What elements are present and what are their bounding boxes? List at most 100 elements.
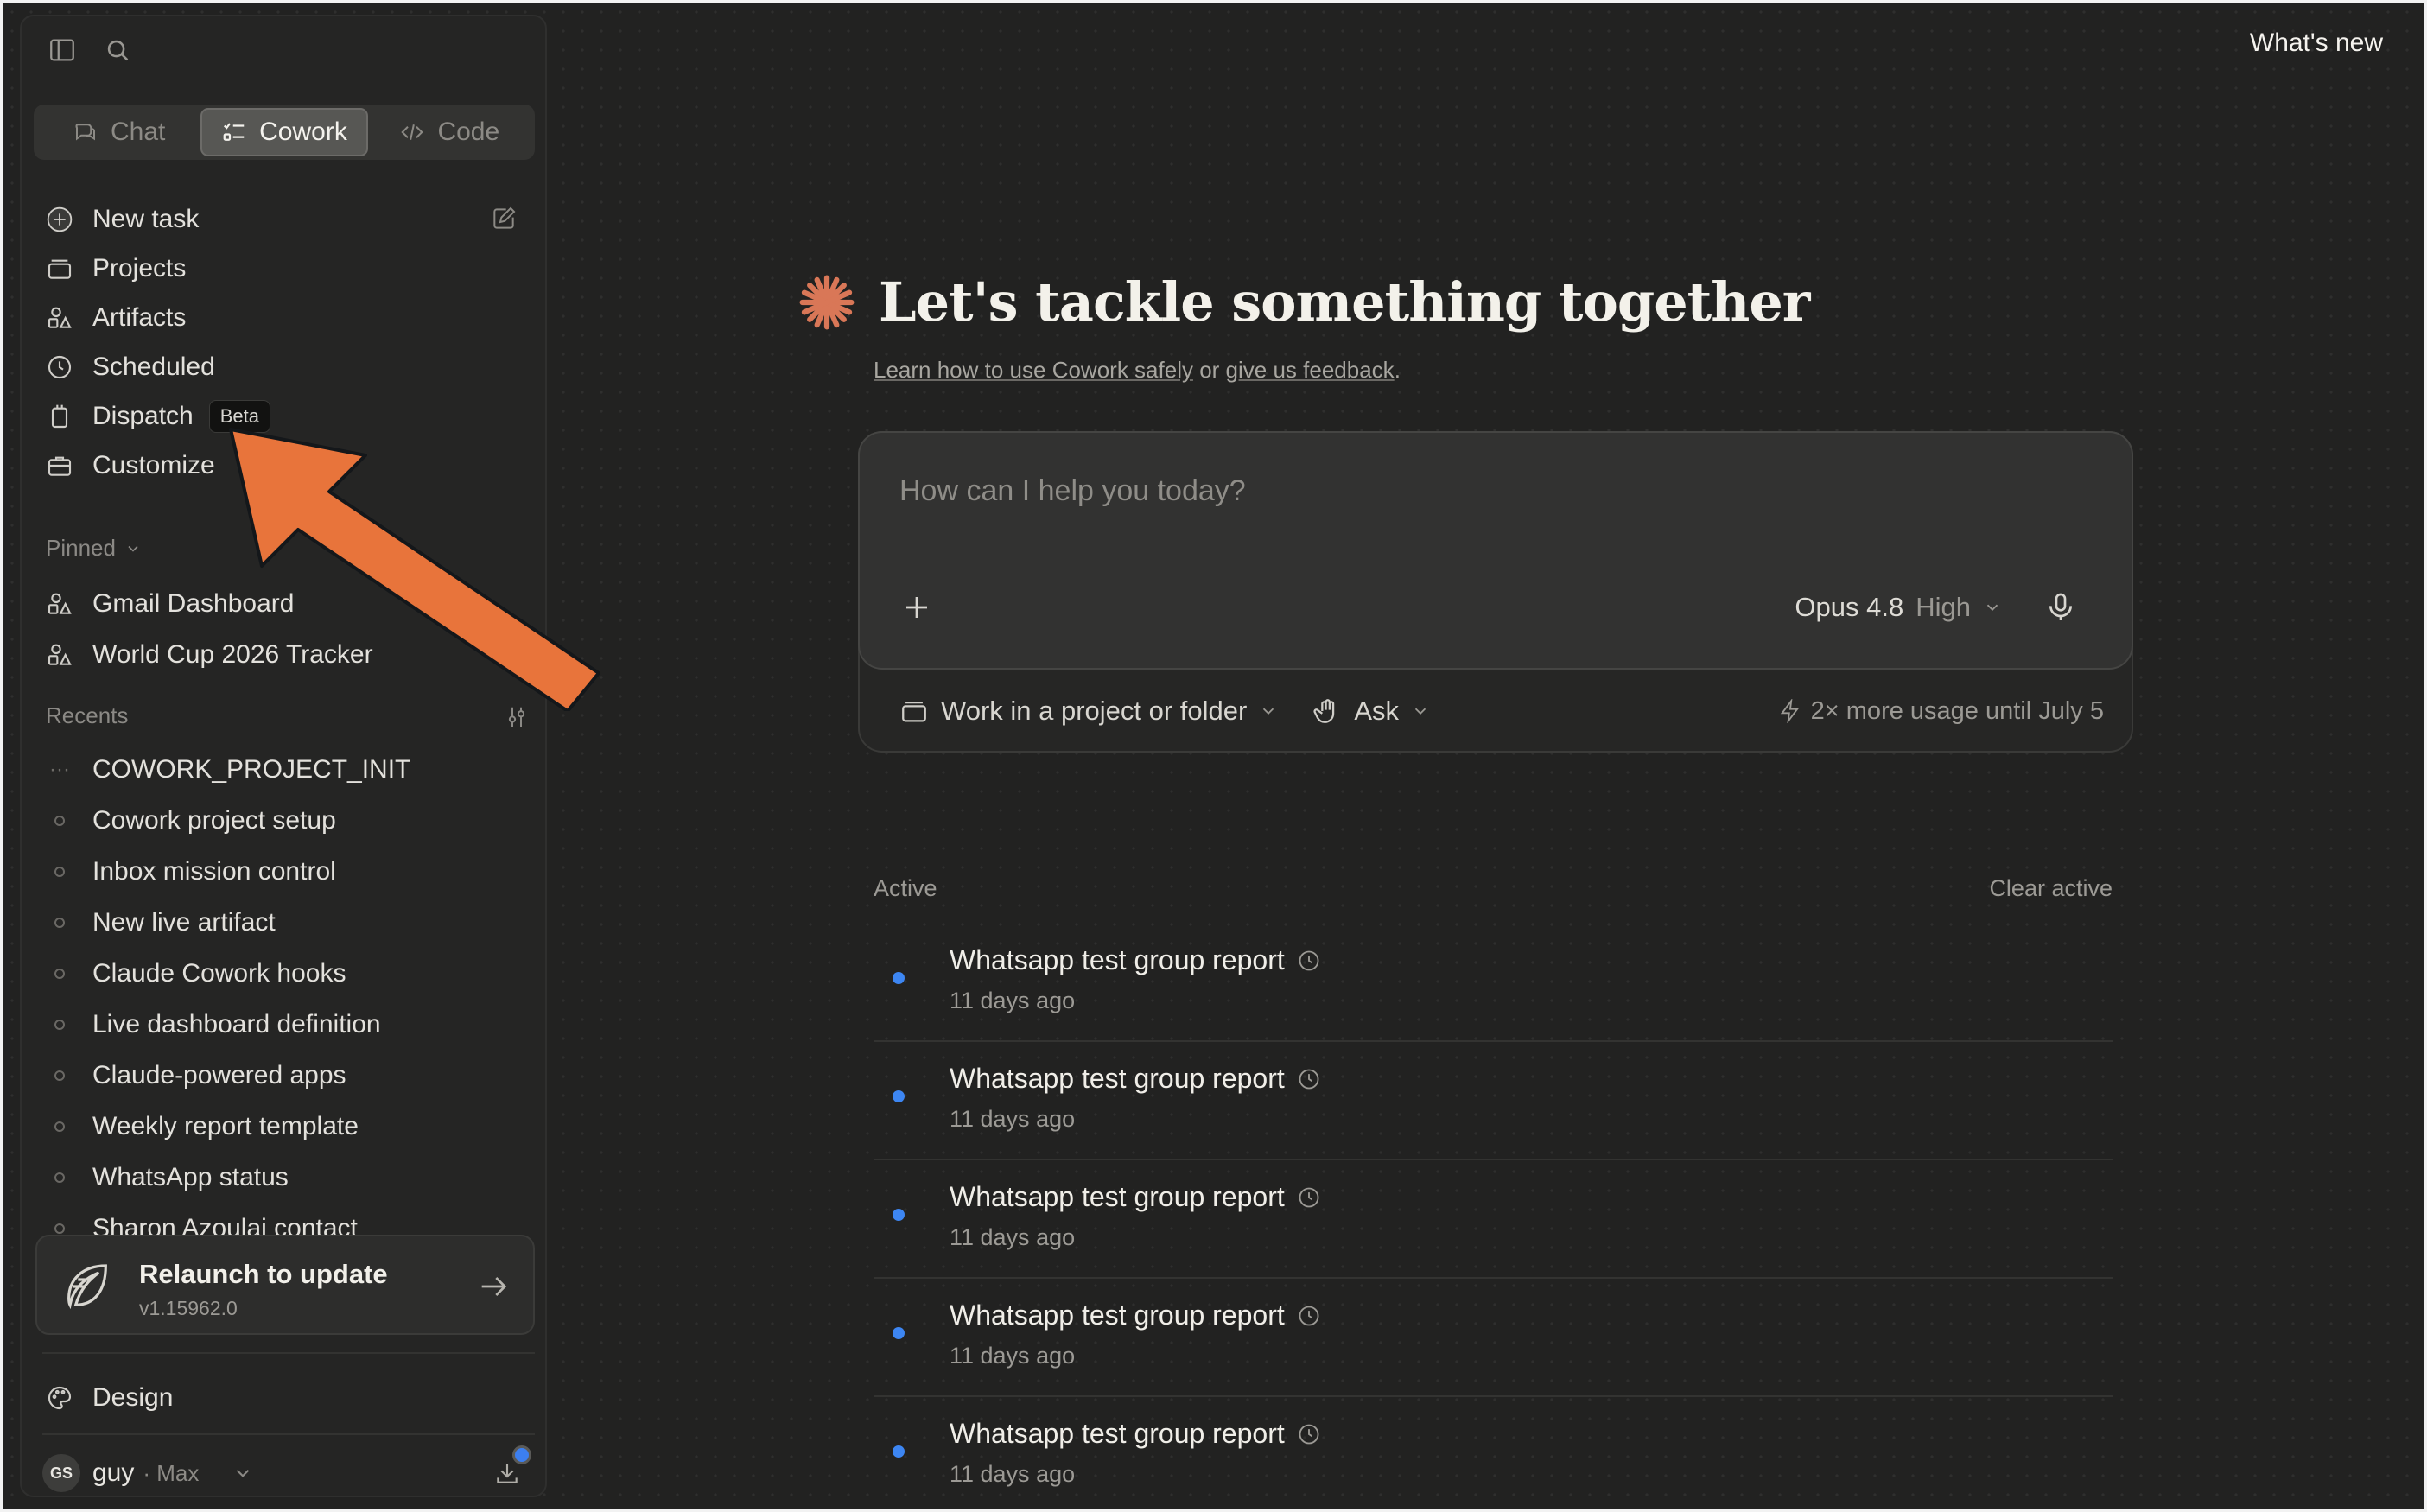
- task-row[interactable]: Whatsapp test group report 11 days ago: [874, 1160, 2113, 1279]
- claude-spark-icon: [799, 275, 855, 329]
- pinned-list: Gmail Dashboard World Cup 2026 Tracker: [42, 578, 535, 680]
- task-row[interactable]: Whatsapp test group report 11 days ago: [874, 1042, 2113, 1160]
- page-title: Let's tackle something together: [879, 270, 1810, 334]
- pinned-item[interactable]: World Cup 2026 Tracker: [42, 629, 535, 680]
- status-dot-icon: [42, 815, 77, 826]
- tab-chat[interactable]: Chat: [37, 108, 200, 156]
- sidebar-item-scheduled[interactable]: Scheduled: [42, 342, 535, 391]
- recents-list: ··· COWORK_PROJECT_INIT Cowork project s…: [42, 744, 535, 1254]
- sidebar-item-customize[interactable]: Customize: [42, 441, 535, 490]
- prompt-input[interactable]: How can I help you today?: [899, 474, 1246, 508]
- avatar: GS: [42, 1454, 80, 1492]
- composer[interactable]: How can I help you today? Opus 4.8 High: [858, 431, 2133, 670]
- status-dot: [893, 1445, 905, 1458]
- code-icon: [401, 124, 424, 140]
- recent-item-label: Inbox mission control: [92, 856, 336, 886]
- sidebar-item-label: Scheduled: [92, 352, 215, 381]
- search-icon[interactable]: [103, 35, 132, 65]
- beta-badge: Beta: [208, 399, 270, 433]
- recent-item[interactable]: WhatsApp status: [42, 1152, 535, 1203]
- recent-item[interactable]: Cowork project setup: [42, 795, 535, 846]
- divider: [42, 1433, 535, 1435]
- model-selector[interactable]: Opus 4.8 High: [1795, 592, 2002, 623]
- clear-active-button[interactable]: Clear active: [1989, 875, 2113, 902]
- hero: Let's tackle something together: [797, 270, 1810, 334]
- sidebar-item-design[interactable]: Design: [42, 1373, 535, 1422]
- tab-cowork[interactable]: Cowork: [200, 108, 368, 156]
- task-row[interactable]: Whatsapp test group report 11 days ago: [874, 1279, 2113, 1397]
- clock-icon: [42, 350, 77, 384]
- briefcase-icon: [42, 448, 77, 483]
- task-title: Whatsapp test group report: [950, 1299, 1285, 1331]
- recent-item[interactable]: Claude Cowork hooks: [42, 948, 535, 999]
- task-row[interactable]: Whatsapp test group report 11 days ago: [874, 924, 2113, 1042]
- clock-icon: [1299, 1069, 1319, 1089]
- task-row[interactable]: Whatsapp test group report 11 days ago: [874, 1397, 2113, 1512]
- relaunch-update-card[interactable]: Relaunch to update v1.15962.0: [35, 1235, 535, 1335]
- status-dot-icon: [42, 1223, 77, 1234]
- sidebar-item-projects[interactable]: Projects: [42, 244, 535, 293]
- sidebar-item-label: Artifacts: [92, 302, 187, 332]
- task-time: 11 days ago: [950, 1343, 1076, 1369]
- recent-item[interactable]: Claude-powered apps: [42, 1050, 535, 1101]
- recent-item[interactable]: New live artifact: [42, 897, 535, 948]
- sidebar-item-label: Design: [92, 1382, 174, 1412]
- recent-item-label: WhatsApp status: [92, 1162, 289, 1191]
- pinned-item[interactable]: Gmail Dashboard: [42, 578, 535, 629]
- recent-item-label: New live artifact: [92, 907, 276, 937]
- filter-icon[interactable]: [504, 704, 530, 730]
- recent-item-label: Cowork project setup: [92, 805, 336, 835]
- active-header: Active Clear active: [874, 875, 2113, 902]
- sidebar: Chat Cowork Code New task Projects Artif…: [20, 15, 547, 1497]
- recent-item-label: Weekly report template: [92, 1111, 359, 1140]
- user-name: guy: [92, 1458, 135, 1487]
- user-menu[interactable]: GS guy · Max: [42, 1445, 535, 1497]
- status-dot: [893, 972, 905, 984]
- hero-or: or: [1192, 357, 1226, 383]
- pinned-header[interactable]: Pinned: [46, 535, 142, 562]
- artifacts-icon: [42, 587, 77, 621]
- recent-item[interactable]: Inbox mission control: [42, 846, 535, 897]
- recent-item[interactable]: ··· COWORK_PROJECT_INIT: [42, 744, 535, 795]
- project-folder-selector[interactable]: Work in a project or folder: [899, 696, 1278, 727]
- task-time: 11 days ago: [950, 1461, 1076, 1487]
- status-dot-icon: [42, 1121, 77, 1132]
- clock-icon: [1299, 1424, 1319, 1444]
- feedback-link[interactable]: give us feedback: [1226, 357, 1395, 383]
- task-title: Whatsapp test group report: [950, 1418, 1285, 1449]
- sidebar-nav: New task Projects Artifacts Scheduled Di…: [42, 194, 535, 490]
- pinned-item-label: Gmail Dashboard: [92, 588, 295, 618]
- task-title: Whatsapp test group report: [950, 944, 1285, 975]
- task-time: 11 days ago: [950, 1106, 1076, 1132]
- effort-level: High: [1916, 592, 1971, 622]
- sidebar-item-new-task[interactable]: New task: [42, 194, 535, 244]
- chevron-down-icon: [128, 545, 138, 552]
- dispatch-icon: [42, 399, 77, 434]
- tab-code[interactable]: Code: [368, 108, 531, 156]
- pinned-item-label: World Cup 2026 Tracker: [92, 639, 373, 669]
- pinned-label: Pinned: [46, 535, 116, 561]
- sidebar-item-dispatch[interactable]: Dispatch Beta: [42, 391, 535, 441]
- cowork-icon: [223, 123, 245, 141]
- artifacts-icon: [42, 301, 77, 335]
- sidebar-toggle-icon[interactable]: [48, 35, 77, 65]
- whats-new-link[interactable]: What's new: [2250, 29, 2383, 58]
- mode-selector[interactable]: Ask: [1312, 696, 1430, 727]
- sidebar-item-label: New task: [92, 204, 200, 233]
- status-dot: [893, 1090, 905, 1102]
- mode-label: Ask: [1354, 696, 1400, 726]
- microphone-icon[interactable]: [2043, 590, 2078, 625]
- sidebar-item-label: Dispatch: [92, 401, 194, 430]
- sidebar-item-artifacts[interactable]: Artifacts: [42, 293, 535, 342]
- status-dot-icon: [42, 866, 77, 877]
- active-task-list: Whatsapp test group report 11 days ago W…: [874, 924, 2113, 1512]
- add-attachment-icon[interactable]: [901, 592, 932, 623]
- recent-item[interactable]: Live dashboard definition: [42, 999, 535, 1050]
- compose-icon[interactable]: [490, 205, 518, 232]
- clock-icon: [1299, 1187, 1319, 1207]
- recent-item[interactable]: Weekly report template: [42, 1101, 535, 1152]
- leaf-icon: [67, 1264, 107, 1310]
- learn-cowork-link[interactable]: Learn how to use Cowork safely: [874, 357, 1193, 383]
- model-name: Opus 4.8: [1795, 592, 1904, 622]
- recent-item-label: Claude-powered apps: [92, 1060, 346, 1090]
